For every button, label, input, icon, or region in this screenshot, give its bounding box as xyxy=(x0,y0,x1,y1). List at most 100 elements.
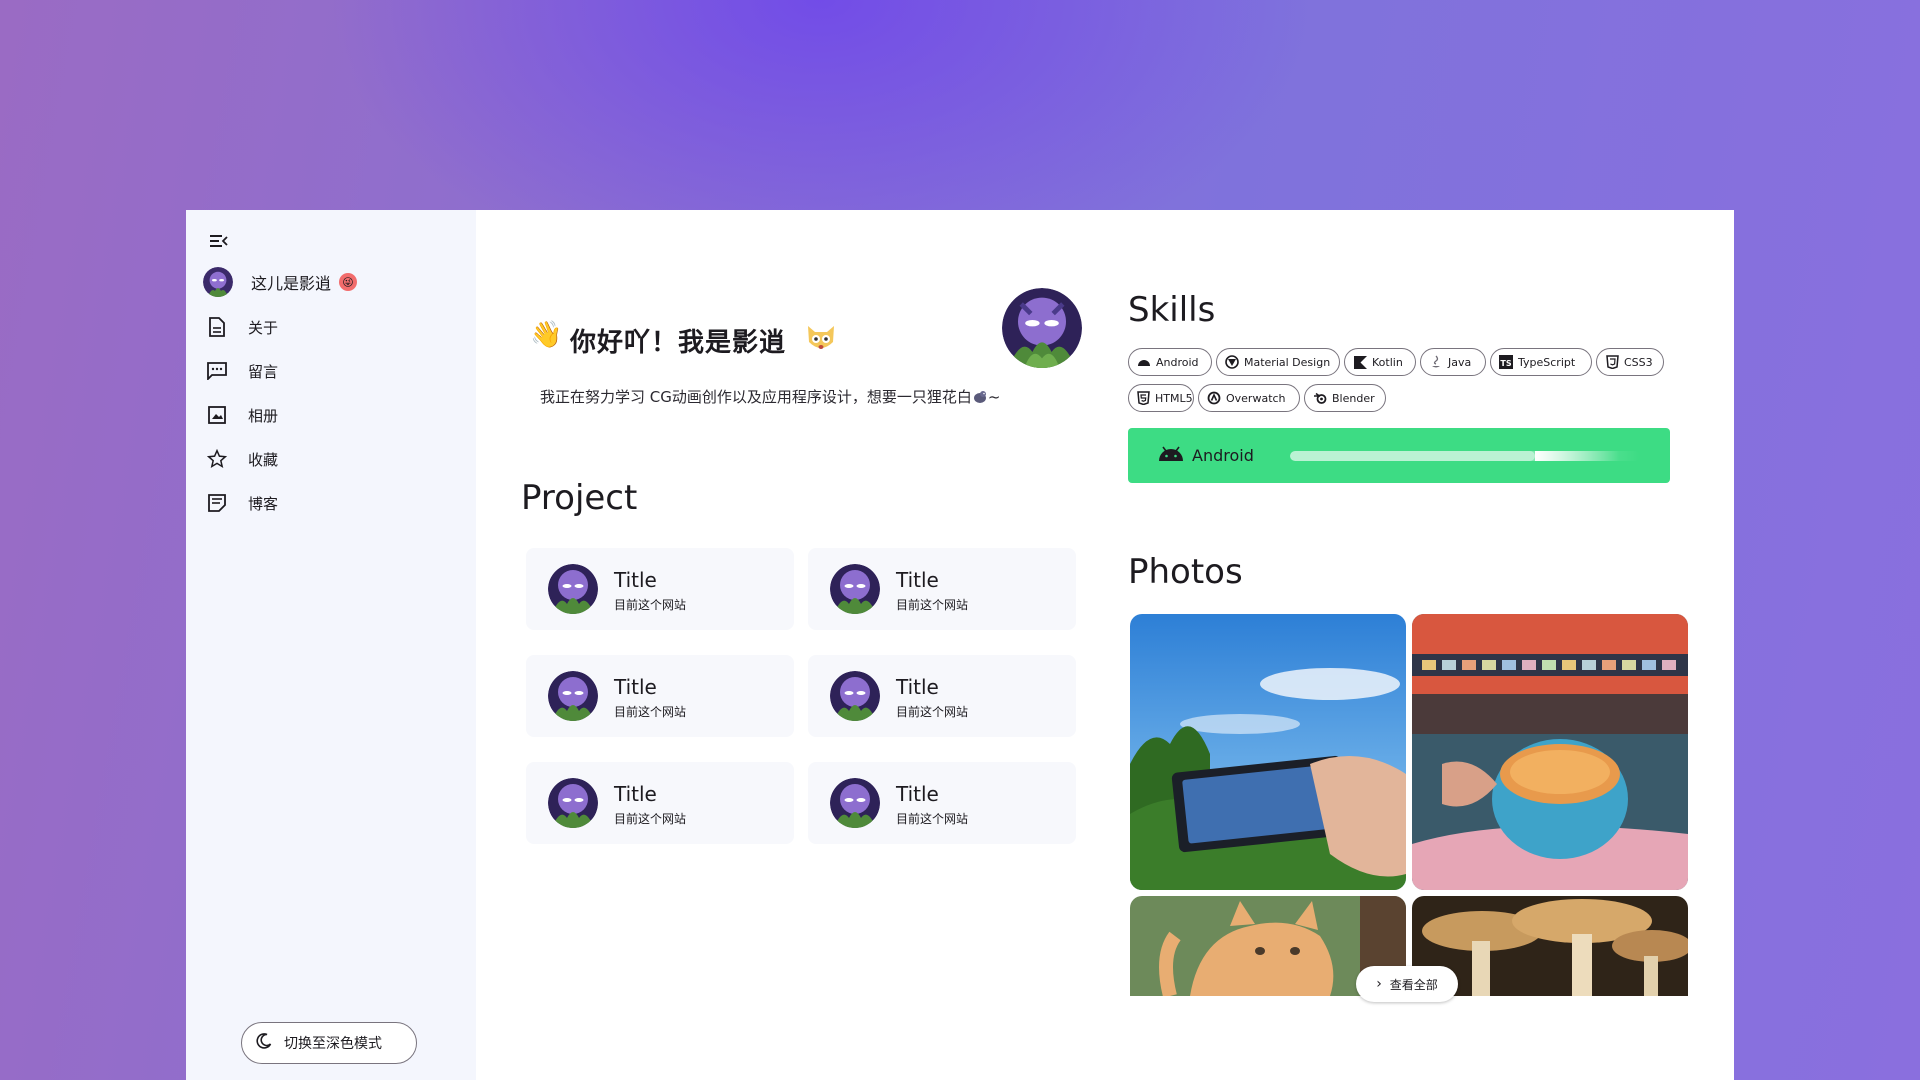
image-icon xyxy=(206,404,228,426)
skill-chip-overwatch[interactable]: Overwatch xyxy=(1198,384,1300,412)
menu-collapse-icon[interactable] xyxy=(206,228,232,254)
project-title: Title xyxy=(614,568,657,592)
sidebar-brand[interactable]: 这儿是影逍 😜 xyxy=(203,264,456,300)
chip-label: Java xyxy=(1448,355,1472,369)
project-card[interactable]: Title 目前这个网站 xyxy=(526,655,794,737)
sidebar-item-messages[interactable]: 留言 xyxy=(206,353,456,389)
project-heading: Project xyxy=(521,478,638,518)
project-title: Title xyxy=(896,568,939,592)
kotlin-icon xyxy=(1353,355,1367,369)
document-icon xyxy=(206,316,228,338)
moon-icon xyxy=(256,1033,272,1053)
sidebar-item-label: 留言 xyxy=(248,362,279,381)
skill-chip-blender[interactable]: Blender xyxy=(1304,384,1386,412)
bird-icon xyxy=(972,388,988,404)
chip-label: TypeScript xyxy=(1518,355,1576,369)
project-card[interactable]: Title 目前这个网站 xyxy=(808,762,1076,844)
project-card[interactable]: Title 目前这个网站 xyxy=(526,548,794,630)
sidebar-item-blog[interactable]: 博客 xyxy=(206,485,456,521)
skill-detail-bar: Android xyxy=(1128,428,1670,483)
skill-chip-kotlin[interactable]: Kotlin xyxy=(1344,348,1416,376)
html5-icon xyxy=(1137,391,1150,405)
project-card[interactable]: Title 目前这个网站 xyxy=(808,655,1076,737)
skill-chip-android[interactable]: Android xyxy=(1128,348,1212,376)
sidebar-item-about[interactable]: 关于 xyxy=(206,309,456,345)
sidebar-item-label: 相册 xyxy=(248,406,279,425)
project-subtitle: 目前这个网站 xyxy=(614,705,687,719)
avatar xyxy=(203,267,233,297)
dark-mode-toggle-button[interactable]: 切换至深色模式 xyxy=(241,1022,417,1064)
skill-chip-java[interactable]: Java xyxy=(1420,348,1486,376)
project-avatar xyxy=(548,778,598,828)
skill-chip-material-design[interactable]: Material Design xyxy=(1216,348,1340,376)
chevron-right-icon: › xyxy=(1376,976,1382,992)
photo-tea-cup[interactable] xyxy=(1412,614,1688,890)
page-title: 你好吖！我是影逍 xyxy=(570,328,787,358)
chip-label: HTML5 xyxy=(1155,391,1193,405)
project-title: Title xyxy=(896,782,939,806)
skill-chip-css3[interactable]: CSS3 xyxy=(1596,348,1664,376)
message-icon xyxy=(206,360,228,382)
skill-detail-label: Android xyxy=(1192,446,1254,465)
photos-heading: Photos xyxy=(1128,552,1243,592)
project-avatar xyxy=(830,778,880,828)
cat-face-icon xyxy=(804,320,838,354)
android-icon xyxy=(1158,446,1184,466)
chip-label: Kotlin xyxy=(1372,355,1403,369)
profile-avatar[interactable] xyxy=(1002,288,1082,368)
app-window: 这儿是影逍 😜 关于 留言 相册 收藏 博客 切换至深色模式 👋 你好吖！我是影… xyxy=(186,210,1734,1080)
project-title: Title xyxy=(896,675,939,699)
project-title: Title xyxy=(614,782,657,806)
project-subtitle: 目前这个网站 xyxy=(896,705,969,719)
intro-sentence: 我正在努力学习 CG动画创作以及应用程序设计，想要一只狸花白 xyxy=(540,388,972,406)
skill-progress-track xyxy=(1290,451,1640,461)
skill-chip-html5[interactable]: HTML5 xyxy=(1128,384,1194,412)
intro-suffix: ~ xyxy=(987,388,1001,406)
notes-icon xyxy=(206,492,228,514)
project-subtitle: 目前这个网站 xyxy=(896,812,969,826)
java-icon xyxy=(1429,355,1443,369)
project-title: Title xyxy=(614,675,657,699)
project-avatar xyxy=(830,671,880,721)
project-subtitle: 目前这个网站 xyxy=(614,812,687,826)
svg-text:TS: TS xyxy=(1500,359,1511,368)
tongue-emoji-icon: 😜 xyxy=(339,273,358,291)
overwatch-icon xyxy=(1207,391,1221,405)
sidebar-item-label: 博客 xyxy=(248,494,279,513)
view-all-photos-button[interactable]: › 查看全部 xyxy=(1356,966,1458,1002)
project-avatar xyxy=(830,564,880,614)
project-avatar xyxy=(548,671,598,721)
chip-label: Overwatch xyxy=(1226,391,1286,405)
sidebar-item-album[interactable]: 相册 xyxy=(206,397,456,433)
skill-progress-highlight xyxy=(1535,451,1619,461)
typescript-icon: TS xyxy=(1499,355,1513,369)
project-avatar xyxy=(548,564,598,614)
skill-chip-typescript[interactable]: TS TypeScript xyxy=(1490,348,1592,376)
chip-label: Material Design xyxy=(1244,355,1331,369)
view-all-label: 查看全部 xyxy=(1389,977,1438,992)
sidebar-item-label: 关于 xyxy=(248,318,279,337)
star-icon xyxy=(206,448,228,470)
blender-icon xyxy=(1313,391,1327,405)
skill-progress-fill xyxy=(1290,451,1535,461)
waving-hand-icon: 👋 xyxy=(530,320,563,350)
project-subtitle: 目前这个网站 xyxy=(896,598,969,612)
css3-icon xyxy=(1605,355,1619,369)
intro-text: 我正在努力学习 CG动画创作以及应用程序设计，想要一只狸花白 ~ xyxy=(540,386,1000,407)
material-design-icon xyxy=(1225,355,1239,369)
hero-greeting: 👋 你好吖！我是影逍 xyxy=(530,310,1070,370)
chip-label: Android xyxy=(1156,355,1199,369)
chip-label: CSS3 xyxy=(1624,355,1653,369)
sidebar-item-label: 收藏 xyxy=(248,450,279,469)
project-subtitle: 目前这个网站 xyxy=(614,598,687,612)
sidebar: 这儿是影逍 😜 关于 留言 相册 收藏 博客 切换至深色模式 xyxy=(186,210,476,1080)
chip-label: Blender xyxy=(1332,391,1375,405)
project-card[interactable]: Title 目前这个网站 xyxy=(526,762,794,844)
brand-label: 这儿是影逍 xyxy=(251,274,332,293)
project-card[interactable]: Title 目前这个网站 xyxy=(808,548,1076,630)
photo-sky-phone[interactable] xyxy=(1130,614,1406,890)
android-icon xyxy=(1137,355,1151,369)
sidebar-item-favorites[interactable]: 收藏 xyxy=(206,441,456,477)
theme-button-label: 切换至深色模式 xyxy=(284,1036,382,1052)
skills-heading: Skills xyxy=(1128,290,1216,330)
